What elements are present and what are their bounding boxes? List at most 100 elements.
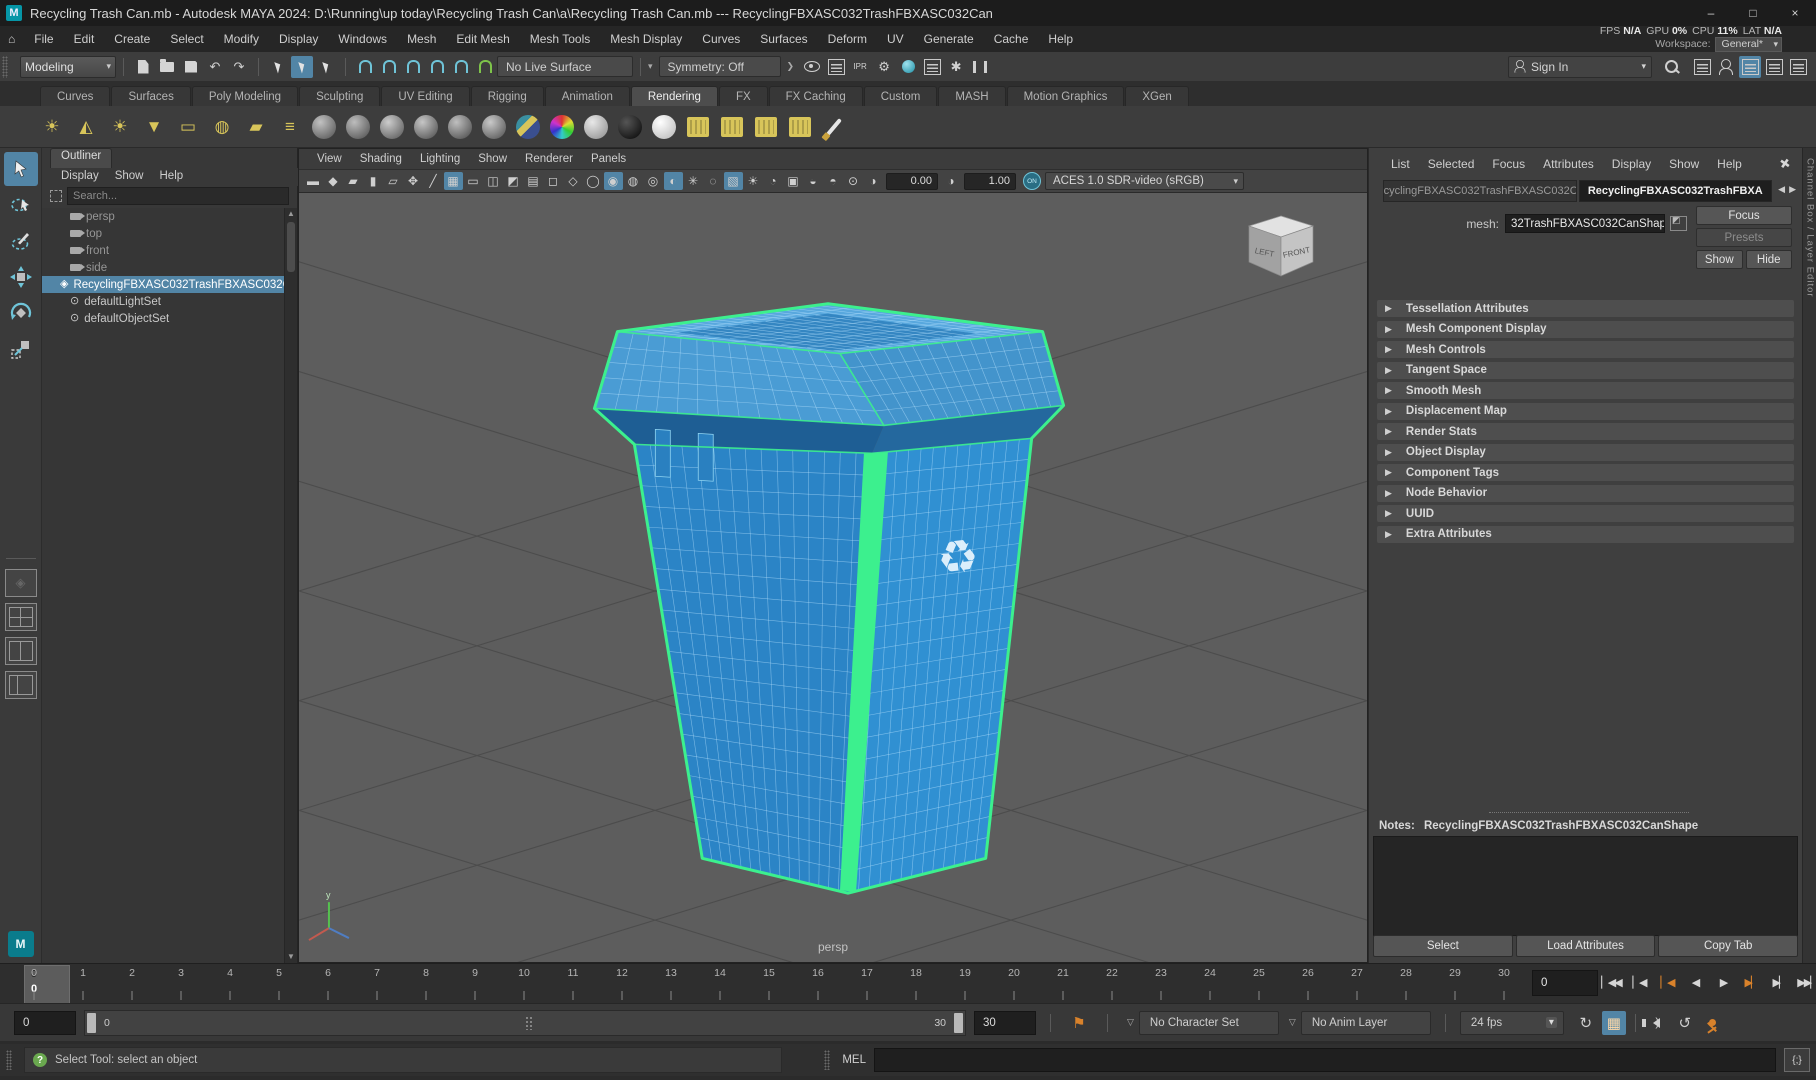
- frame-10[interactable]: 10: [518, 967, 530, 979]
- frame-25[interactable]: 25: [1253, 967, 1265, 979]
- menu-uv[interactable]: UV: [878, 28, 913, 50]
- gate-mask-icon[interactable]: ◩: [504, 172, 523, 190]
- layout-single-pane-button[interactable]: ◈: [4, 569, 37, 597]
- time-sync-icon[interactable]: ↺: [1673, 1011, 1697, 1035]
- lineup-icon[interactable]: ☀: [744, 172, 763, 190]
- scale-tool[interactable]: [4, 332, 38, 366]
- viewport-menu-panels[interactable]: Panels: [583, 151, 634, 167]
- frame-2[interactable]: 2: [129, 967, 135, 979]
- point-light-icon[interactable]: ☀: [106, 113, 134, 141]
- bookmark-icon[interactable]: ⚑: [1067, 1011, 1091, 1035]
- grease-pencil-icon[interactable]: ╱: [424, 172, 443, 190]
- section-extra-attributes[interactable]: ▶ Extra Attributes: [1377, 525, 1794, 543]
- shelf-tab-animation[interactable]: Animation: [544, 86, 630, 106]
- look-dev-icon[interactable]: ✱: [945, 56, 967, 78]
- new-scene-icon[interactable]: [132, 56, 154, 78]
- shelf-tab-xgen[interactable]: XGen: [1125, 86, 1189, 106]
- frame-21[interactable]: 21: [1057, 967, 1069, 979]
- frame-28[interactable]: 28: [1400, 967, 1412, 979]
- outliner-item-defaultobjectset[interactable]: ⊙ defaultObjectSet: [42, 310, 286, 327]
- colorspace-dropdown[interactable]: ACES 1.0 SDR-video (sRGB): [1045, 172, 1244, 190]
- script-editor-icon[interactable]: {;}: [1784, 1048, 1810, 1072]
- frame-13[interactable]: 13: [665, 967, 677, 979]
- shelf-tab-rendering[interactable]: Rendering: [630, 86, 718, 106]
- noise-texture-icon[interactable]: [786, 113, 814, 141]
- sign-in-button[interactable]: Sign In: [1508, 55, 1652, 78]
- step-back-frame-button[interactable]: ▏◀: [1626, 968, 1652, 996]
- viewport-menu-renderer[interactable]: Renderer: [517, 151, 581, 167]
- mel-label[interactable]: MEL: [842, 1054, 866, 1066]
- section-component-tags[interactable]: ▶ Component Tags: [1377, 464, 1794, 481]
- select-camera-icon[interactable]: ▬: [304, 172, 323, 190]
- compound-attr-icon[interactable]: [1670, 215, 1687, 231]
- show-button[interactable]: Show: [1696, 250, 1743, 269]
- menu-create[interactable]: Create: [105, 28, 159, 50]
- grid-icon[interactable]: ▦: [443, 172, 463, 190]
- frame-7[interactable]: 7: [374, 967, 380, 979]
- outliner-item-defaultlightset[interactable]: ⊙ defaultLightSet: [42, 293, 286, 310]
- black-hole-icon[interactable]: [616, 113, 644, 141]
- hide-button[interactable]: Hide: [1745, 250, 1792, 269]
- mel-input[interactable]: [874, 1048, 1776, 1072]
- camera-icon[interactable]: ▰: [242, 113, 270, 141]
- open-scene-icon[interactable]: [156, 56, 178, 78]
- menu-edit[interactable]: Edit: [65, 28, 104, 50]
- save-scene-icon[interactable]: [180, 56, 202, 78]
- range-end-handle[interactable]: [954, 1012, 963, 1033]
- menu-generate[interactable]: Generate: [915, 28, 983, 50]
- file-texture-icon[interactable]: [684, 113, 712, 141]
- frame-20[interactable]: 20: [1008, 967, 1020, 979]
- screen-space-ao-icon[interactable]: ✳: [684, 172, 703, 190]
- frame-5[interactable]: 5: [276, 967, 282, 979]
- frame-9[interactable]: 9: [472, 967, 478, 979]
- range-slider[interactable]: 0 30: [84, 1009, 966, 1036]
- gamma-icon[interactable]: ◑: [864, 172, 883, 190]
- shelf-tab-fx-caching[interactable]: FX Caching: [768, 86, 863, 106]
- load-attributes-button[interactable]: Load Attributes: [1515, 935, 1656, 957]
- outliner-item-front[interactable]: front: [42, 242, 286, 259]
- 2d-pan-zoom-icon[interactable]: ✥: [404, 172, 423, 190]
- resolution-gate-icon[interactable]: ◫: [484, 172, 503, 190]
- ramp-texture-icon[interactable]: [752, 113, 780, 141]
- channel-box-icon[interactable]: [1787, 56, 1809, 78]
- symmetry-field[interactable]: Symmetry: Off: [658, 56, 781, 77]
- snap-grid-icon[interactable]: [354, 56, 376, 78]
- joints-xray-icon[interactable]: ◓: [824, 172, 843, 190]
- outliner-menu-help[interactable]: Help: [153, 168, 191, 186]
- frame-22[interactable]: 22: [1106, 967, 1118, 979]
- go-to-start-button[interactable]: ▏◀◀: [1598, 968, 1624, 996]
- ae-menu-display[interactable]: Display: [1604, 154, 1659, 174]
- frame-24[interactable]: 24: [1204, 967, 1216, 979]
- section-object-display[interactable]: ▶ Object Display: [1377, 443, 1794, 461]
- menu-curves[interactable]: Curves: [693, 28, 749, 50]
- fog-icon[interactable]: ◔: [764, 172, 783, 190]
- select-object-icon[interactable]: [291, 55, 313, 78]
- frame-18[interactable]: 18: [910, 967, 922, 979]
- viewport-canvas[interactable]: ♻ y LEFT FRONT persp: [298, 192, 1368, 1080]
- viewport-menu-shading[interactable]: Shading: [352, 151, 410, 167]
- go-to-end-button[interactable]: ▶▶▏: [1794, 968, 1816, 996]
- menu-mesh[interactable]: Mesh: [398, 28, 445, 50]
- snap-point-icon[interactable]: [402, 56, 424, 78]
- frame-1[interactable]: 1: [80, 967, 86, 979]
- outliner-menu-display[interactable]: Display: [54, 168, 106, 186]
- paint-effects-icon[interactable]: [820, 113, 848, 141]
- lambert-icon[interactable]: [344, 113, 372, 141]
- shadows-icon[interactable]: ◐: [663, 172, 683, 190]
- frame-30[interactable]: 30: [1498, 967, 1510, 979]
- time-slider[interactable]: 0 0 0 1 2 3 4 5 6 7 8 9 10 11 12 13 14 15 16 17 18 19 20 21 22…: [0, 963, 1816, 1004]
- viewport-menu-show[interactable]: Show: [470, 151, 515, 167]
- wireframe-icon[interactable]: ◯: [584, 172, 603, 190]
- directional-light-icon[interactable]: ◭: [72, 113, 100, 141]
- viewport-panel[interactable]: View Shading Lighting Show Renderer Panels ▬ ◆…: [298, 148, 1368, 1080]
- ae-menu-attributes[interactable]: Attributes: [1535, 154, 1602, 174]
- use-background-icon[interactable]: [650, 113, 678, 141]
- isolate-select-icon[interactable]: ▣: [784, 172, 803, 190]
- select-component-icon[interactable]: [315, 56, 337, 78]
- character-set-menu-icon[interactable]: ▽: [1127, 1017, 1134, 1028]
- place2d-texture-icon[interactable]: [718, 113, 746, 141]
- tab-next-icon[interactable]: ▶: [1789, 184, 1796, 195]
- section-mesh-controls[interactable]: ▶ Mesh Controls: [1377, 341, 1794, 358]
- snap-curve-icon[interactable]: [378, 56, 400, 78]
- tool-settings-icon[interactable]: [1763, 56, 1785, 78]
